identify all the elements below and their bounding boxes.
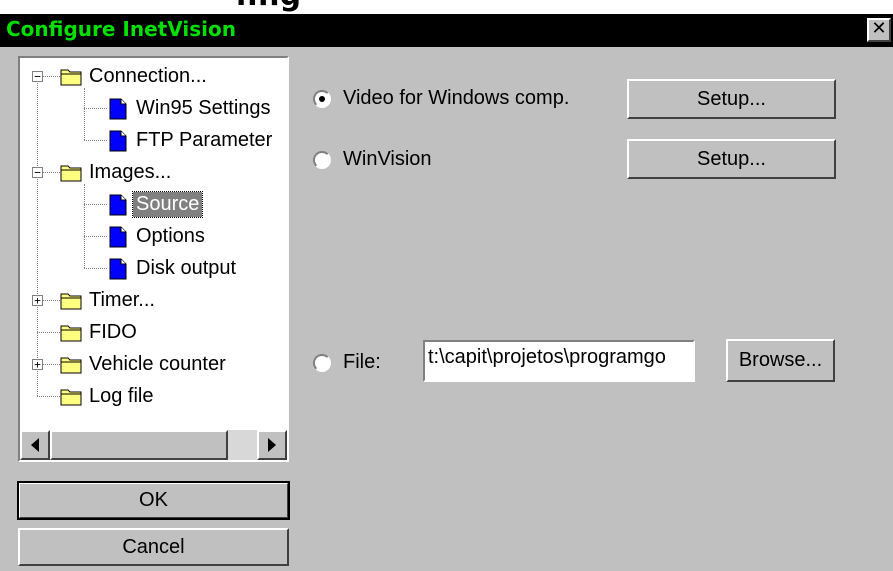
tree-connector bbox=[84, 268, 107, 269]
collapse-icon[interactable]: − bbox=[32, 71, 43, 82]
radio-label: Video for Windows comp. bbox=[343, 87, 570, 109]
tree-item-label: Source bbox=[131, 190, 204, 218]
tree-connector bbox=[84, 236, 107, 237]
document-icon bbox=[107, 194, 129, 216]
arrow-right-icon bbox=[268, 438, 276, 452]
scroll-left-button[interactable] bbox=[20, 430, 50, 460]
close-icon: ✕ bbox=[871, 18, 887, 39]
radio-button[interactable] bbox=[313, 89, 331, 108]
tree-item[interactable]: Vehicle counter bbox=[60, 348, 229, 380]
radio-winvision[interactable]: WinVision bbox=[313, 148, 432, 171]
tree-item[interactable]: Connection... bbox=[60, 60, 210, 92]
tree-connector bbox=[84, 184, 85, 268]
tree-item-label: Vehicle counter bbox=[89, 352, 226, 375]
collapse-icon[interactable]: − bbox=[32, 167, 43, 178]
tree-connector bbox=[37, 81, 38, 396]
folder-icon bbox=[60, 386, 82, 406]
tree-item-label: FTP Parameter bbox=[136, 128, 273, 151]
scroll-right-button[interactable] bbox=[257, 430, 287, 460]
radio-button[interactable] bbox=[313, 353, 331, 372]
title-bar[interactable]: Configure InetVision ✕ bbox=[0, 14, 893, 47]
tree-item-label: Connection... bbox=[89, 64, 207, 87]
heading-fragment: nfig bbox=[236, 0, 301, 13]
tree-item-label: Log file bbox=[89, 384, 154, 407]
folder-icon bbox=[60, 322, 82, 342]
radio-label: File: bbox=[343, 351, 381, 373]
tree-connector bbox=[84, 108, 107, 109]
document-icon bbox=[107, 130, 129, 152]
folder-icon bbox=[60, 162, 82, 182]
browse-button[interactable]: Browse... bbox=[726, 339, 835, 382]
tree-item[interactable]: Source bbox=[107, 188, 204, 220]
tree-item-label: FIDO bbox=[89, 320, 137, 343]
tree-item-label: Options bbox=[136, 224, 205, 247]
window-title: Configure InetVision bbox=[6, 17, 236, 41]
tree-item[interactable]: Options bbox=[107, 220, 208, 252]
horizontal-scrollbar[interactable] bbox=[20, 430, 287, 460]
document-icon bbox=[107, 258, 129, 280]
tree-item[interactable]: Win95 Settings bbox=[107, 92, 274, 124]
background-heading: nfig bbox=[0, 0, 893, 14]
tree-item-label: Win95 Settings bbox=[136, 96, 271, 119]
close-button[interactable]: ✕ bbox=[867, 18, 891, 42]
tree-item-label: Images... bbox=[89, 160, 172, 183]
tree-item-label: Disk output bbox=[136, 256, 237, 279]
expand-icon[interactable]: + bbox=[32, 295, 43, 306]
radio-video-for-windows[interactable]: Video for Windows comp. bbox=[313, 87, 569, 110]
tree-connector bbox=[84, 204, 107, 205]
ok-button[interactable]: OK bbox=[17, 481, 290, 520]
tree-item[interactable]: Images... bbox=[60, 156, 174, 188]
radio-label: WinVision bbox=[343, 148, 432, 170]
document-icon bbox=[107, 98, 129, 120]
tree-connector bbox=[37, 396, 60, 397]
radio-button[interactable] bbox=[313, 150, 331, 169]
scroll-thumb[interactable] bbox=[50, 430, 228, 460]
file-path-input[interactable]: t:\capit\projetos\programgo bbox=[423, 340, 695, 382]
folder-icon bbox=[60, 66, 82, 86]
tree-connector bbox=[84, 140, 107, 141]
setup-winvision-button[interactable]: Setup... bbox=[627, 139, 836, 179]
tree-connector bbox=[84, 88, 85, 140]
settings-tree[interactable]: Connection... − Win95 Settings FTP Paramete… bbox=[18, 56, 289, 462]
tree-item-label: Timer... bbox=[89, 288, 155, 311]
radio-file[interactable]: File: bbox=[313, 351, 381, 374]
document-icon bbox=[107, 226, 129, 248]
folder-icon bbox=[60, 354, 82, 374]
folder-icon bbox=[60, 290, 82, 310]
tree-item[interactable]: FTP Parameter bbox=[107, 124, 275, 156]
tree-connector bbox=[37, 332, 60, 333]
tree-item[interactable]: Timer... bbox=[60, 284, 158, 316]
setup-vfw-button[interactable]: Setup... bbox=[627, 79, 836, 119]
tree-item[interactable]: FIDO bbox=[60, 316, 140, 348]
tree-item[interactable]: Log file bbox=[60, 380, 157, 412]
arrow-left-icon bbox=[31, 438, 39, 452]
tree-content: Connection... − Win95 Settings FTP Paramete… bbox=[20, 58, 287, 430]
expand-icon[interactable]: + bbox=[32, 359, 43, 370]
tree-item[interactable]: Disk output bbox=[107, 252, 239, 284]
cancel-button[interactable]: Cancel bbox=[18, 528, 289, 566]
